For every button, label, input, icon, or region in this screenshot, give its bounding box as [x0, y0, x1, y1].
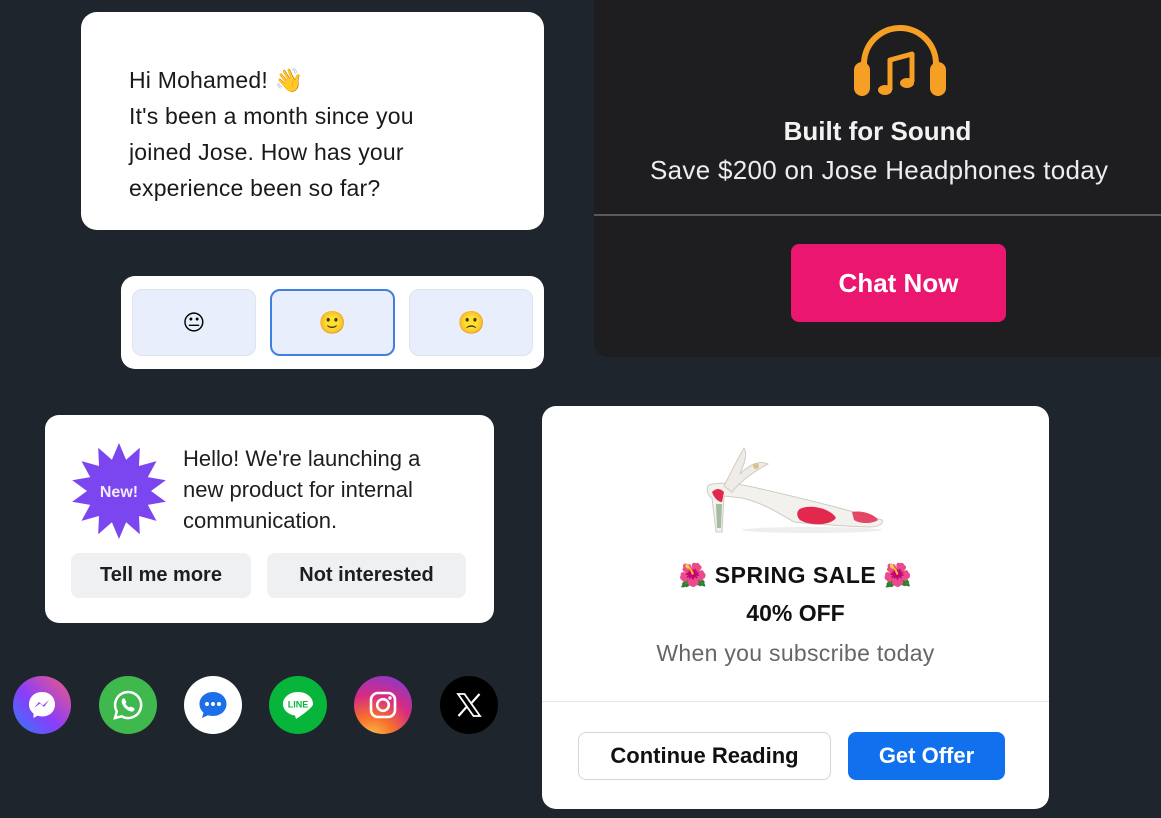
message-line: It's been a month since you [129, 103, 414, 129]
whatsapp-glyph [113, 690, 143, 720]
chat-now-button[interactable]: Chat Now [791, 244, 1006, 322]
greeting-line: Hi Mohamed! 👋 [129, 67, 304, 93]
frown-face-icon: 🙁 [457, 309, 485, 335]
sms-chat-icon[interactable] [184, 676, 242, 734]
chat-bubble-glyph [199, 692, 227, 718]
line-icon[interactable]: LINE [269, 676, 327, 734]
rating-sad-button[interactable]: 🙁 [409, 289, 534, 356]
x-glyph [456, 693, 482, 717]
greeting-message-card: Hi Mohamed! 👋 It's been a month since yo… [81, 12, 544, 230]
emoji-rating-bar: 😐 🙂 🙁 [121, 276, 544, 369]
instagram-glyph [369, 691, 397, 719]
not-interested-button[interactable]: Not interested [267, 553, 466, 598]
announcement-card: New! Hello! We're launching a new produc… [45, 415, 494, 623]
promo-title: Built for Sound [783, 116, 972, 146]
instagram-icon[interactable] [354, 676, 412, 734]
tell-me-more-button[interactable]: Tell me more [71, 553, 251, 598]
new-badge-starburst-icon: New! [72, 443, 166, 539]
announcement-text: Hello! We're launching a new product for… [183, 446, 421, 533]
neutral-face-icon: 😐 [182, 309, 206, 335]
sale-title: 🌺 SPRING SALE 🌺 [678, 562, 913, 588]
headphones-music-icon [854, 25, 946, 96]
message-line: joined Jose. How has your [129, 139, 404, 165]
sale-subtitle: When you subscribe today [656, 640, 935, 666]
messenger-icon[interactable] [13, 676, 71, 734]
divider [594, 214, 1161, 216]
messenger-glyph [29, 692, 55, 718]
rating-neutral-button[interactable]: 😐 [132, 289, 256, 356]
spring-sale-card: 🌺 SPRING SALE 🌺 40% OFF When you subscri… [542, 406, 1049, 809]
slight-smile-icon: 🙂 [318, 309, 347, 335]
shoe-product-image [706, 447, 883, 533]
continue-reading-button[interactable]: Continue Reading [578, 732, 831, 780]
x-icon[interactable] [440, 676, 498, 734]
get-offer-button[interactable]: Get Offer [848, 732, 1005, 780]
rating-happy-button[interactable]: 🙂 [269, 289, 396, 356]
new-badge-label: New! [100, 484, 138, 501]
message-line: experience been so far? [129, 175, 381, 201]
sale-discount: 40% OFF [746, 600, 845, 626]
line-glyph: LINE [283, 692, 313, 719]
divider [542, 701, 1049, 702]
promo-subtitle: Save $200 on Jose Headphones today [650, 155, 1109, 185]
svg-text:LINE: LINE [288, 700, 309, 710]
headphones-promo-card: Built for Sound Save $200 on Jose Headph… [594, 0, 1161, 357]
whatsapp-icon[interactable] [99, 676, 157, 734]
